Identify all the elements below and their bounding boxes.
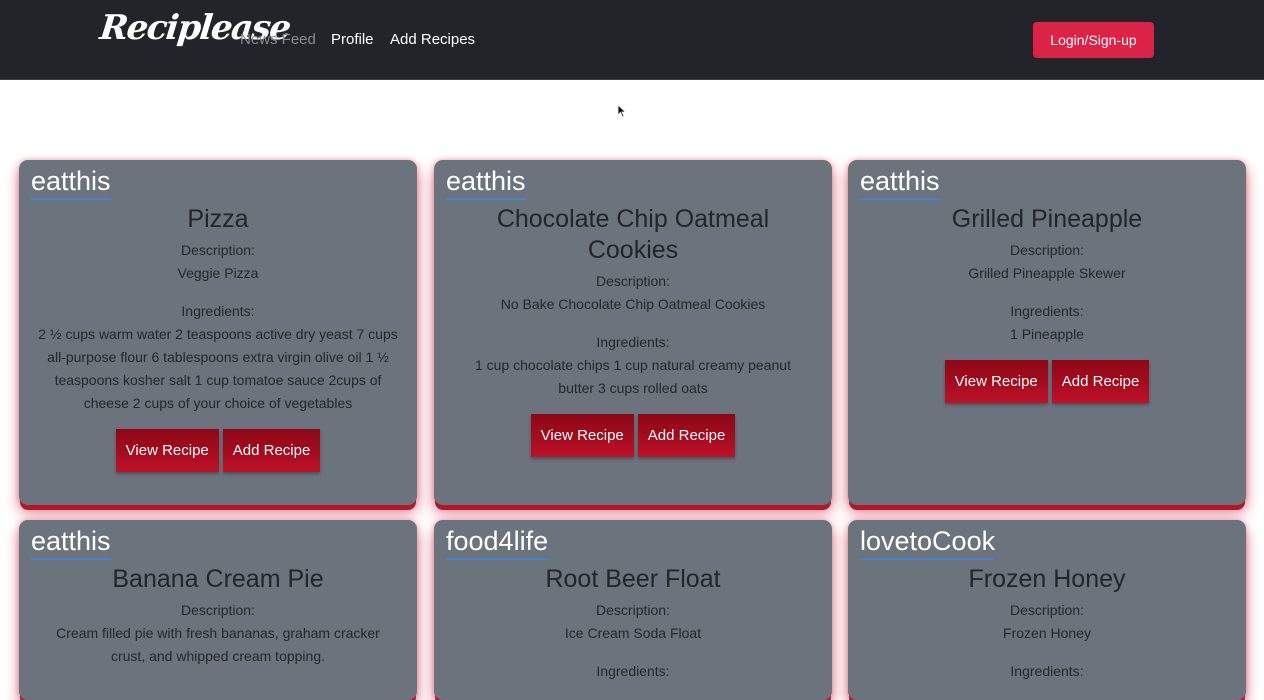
recipe-author[interactable]: eatthis xyxy=(31,164,111,200)
recipe-author[interactable]: lovetoCook xyxy=(860,524,996,560)
add-recipe-button[interactable]: Add Recipe xyxy=(222,429,321,472)
recipe-author[interactable]: eatthis xyxy=(31,524,111,560)
description-label: Description: xyxy=(1010,242,1084,258)
add-recipe-button[interactable]: Add Recipe xyxy=(1051,360,1150,403)
description-label: Description: xyxy=(181,602,255,618)
ingredients-label: Ingredients: xyxy=(1010,303,1084,319)
recipe-description: Grilled Pineapple Skewer xyxy=(968,265,1126,281)
nav-add-recipes-link[interactable]: Add Recipes xyxy=(390,31,475,48)
recipe-description: Frozen Honey xyxy=(1003,625,1091,641)
top-navbar: Reciplease News Feed Profile Add Recipes… xyxy=(0,0,1264,80)
description-label: Description: xyxy=(596,273,670,289)
recipe-title: Frozen Honey xyxy=(968,565,1126,593)
recipe-title: Grilled Pineapple xyxy=(951,205,1143,233)
recipe-description: Cream filled pie with fresh bananas, gra… xyxy=(56,625,380,664)
recipe-card: eatthis Chocolate Chip Oatmeal Cookies D… xyxy=(434,160,832,505)
recipe-ingredients: 2 ½ cups warm water 2 teaspoons active d… xyxy=(38,326,398,411)
card-actions: View Recipe Add Recipe xyxy=(33,429,403,472)
description-label: Description: xyxy=(181,242,255,258)
recipe-ingredients: 1 Pineapple xyxy=(1010,326,1084,342)
view-recipe-button[interactable]: View Recipe xyxy=(115,429,219,472)
nav-news-feed-link[interactable]: News Feed xyxy=(240,31,316,48)
recipe-card: lovetoCook Frozen Honey Description: Fro… xyxy=(848,520,1246,700)
login-signup-button[interactable]: Login/Sign-up xyxy=(1033,22,1154,58)
recipe-title: Chocolate Chip Oatmeal Cookies xyxy=(496,205,770,264)
recipe-card: eatthis Grilled Pineapple Description: G… xyxy=(848,160,1246,505)
recipe-card: eatthis Pizza Description: Veggie Pizza … xyxy=(19,160,417,505)
card-actions: View Recipe Add Recipe xyxy=(448,414,818,457)
view-recipe-button[interactable]: View Recipe xyxy=(530,414,634,457)
card-actions: View Recipe Add Recipe xyxy=(862,360,1232,403)
recipe-card: food4life Root Beer Float Description: I… xyxy=(434,520,832,700)
recipe-ingredients: 1 cup chocolate chips 1 cup natural crea… xyxy=(475,357,791,396)
ingredients-label: Ingredients: xyxy=(596,334,670,350)
recipe-author[interactable]: eatthis xyxy=(860,164,940,200)
recipe-title: Banana Cream Pie xyxy=(112,565,324,593)
nav-profile-link[interactable]: Profile xyxy=(331,31,374,48)
recipe-author[interactable]: eatthis xyxy=(446,164,526,200)
recipe-description: Veggie Pizza xyxy=(177,265,259,281)
mouse-cursor-icon xyxy=(617,104,627,118)
ingredients-label: Ingredients: xyxy=(1010,663,1084,679)
recipe-title: Root Beer Float xyxy=(545,565,721,593)
recipe-card: eatthis Banana Cream Pie Description: Cr… xyxy=(19,520,417,700)
view-recipe-button[interactable]: View Recipe xyxy=(944,360,1048,403)
ingredients-label: Ingredients: xyxy=(596,663,670,679)
add-recipe-button[interactable]: Add Recipe xyxy=(637,414,736,457)
recipe-description: Ice Cream Soda Float xyxy=(564,625,702,641)
description-label: Description: xyxy=(596,602,670,618)
recipe-title: Pizza xyxy=(187,205,249,233)
recipe-author[interactable]: food4life xyxy=(446,524,549,560)
recipe-description: No Bake Chocolate Chip Oatmeal Cookies xyxy=(500,296,766,312)
description-label: Description: xyxy=(1010,602,1084,618)
ingredients-label: Ingredients: xyxy=(181,303,255,319)
